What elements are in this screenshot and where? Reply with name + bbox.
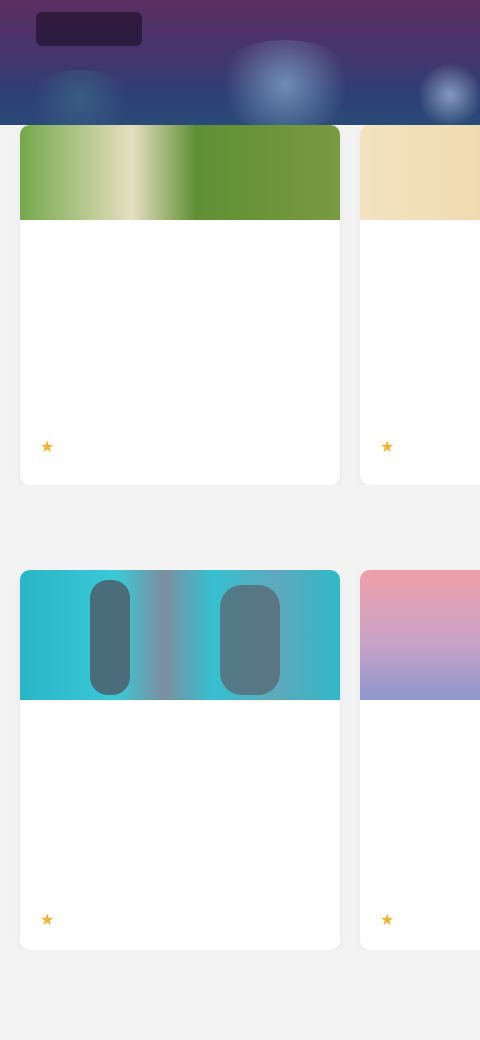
- card-thumbnail: [20, 570, 340, 700]
- star-icon: ★: [380, 912, 395, 929]
- card-body: [380, 260, 480, 288]
- card-meta: ★: [380, 912, 406, 930]
- thumbnail-figure: [220, 585, 280, 695]
- card-thumbnail: [360, 125, 480, 220]
- content-card[interactable]: ★: [20, 125, 340, 485]
- content-card[interactable]: ★: [360, 570, 480, 950]
- content-card[interactable]: ★: [360, 125, 480, 485]
- hero-glow: [20, 70, 140, 125]
- hero-glow: [420, 60, 480, 125]
- card-meta: ★: [40, 439, 66, 457]
- card-body: [40, 738, 320, 794]
- star-icon: ★: [380, 439, 395, 456]
- hero-glow: [210, 40, 360, 125]
- brand-logo[interactable]: [36, 12, 142, 46]
- card-carousel-1[interactable]: ★ ★: [0, 125, 480, 485]
- hero-banner: [0, 0, 480, 125]
- card-thumbnail: [20, 125, 340, 220]
- star-icon: ★: [40, 912, 55, 929]
- star-icon: ★: [40, 439, 55, 456]
- card-carousel-2[interactable]: ★ ★: [0, 570, 480, 950]
- card-meta: ★: [40, 912, 66, 930]
- content-card[interactable]: ★: [20, 570, 340, 950]
- card-meta: ★: [380, 439, 406, 457]
- card-body: [380, 738, 480, 794]
- thumbnail-figure: [90, 580, 130, 695]
- card-body: [40, 260, 320, 288]
- card-thumbnail: [360, 570, 480, 700]
